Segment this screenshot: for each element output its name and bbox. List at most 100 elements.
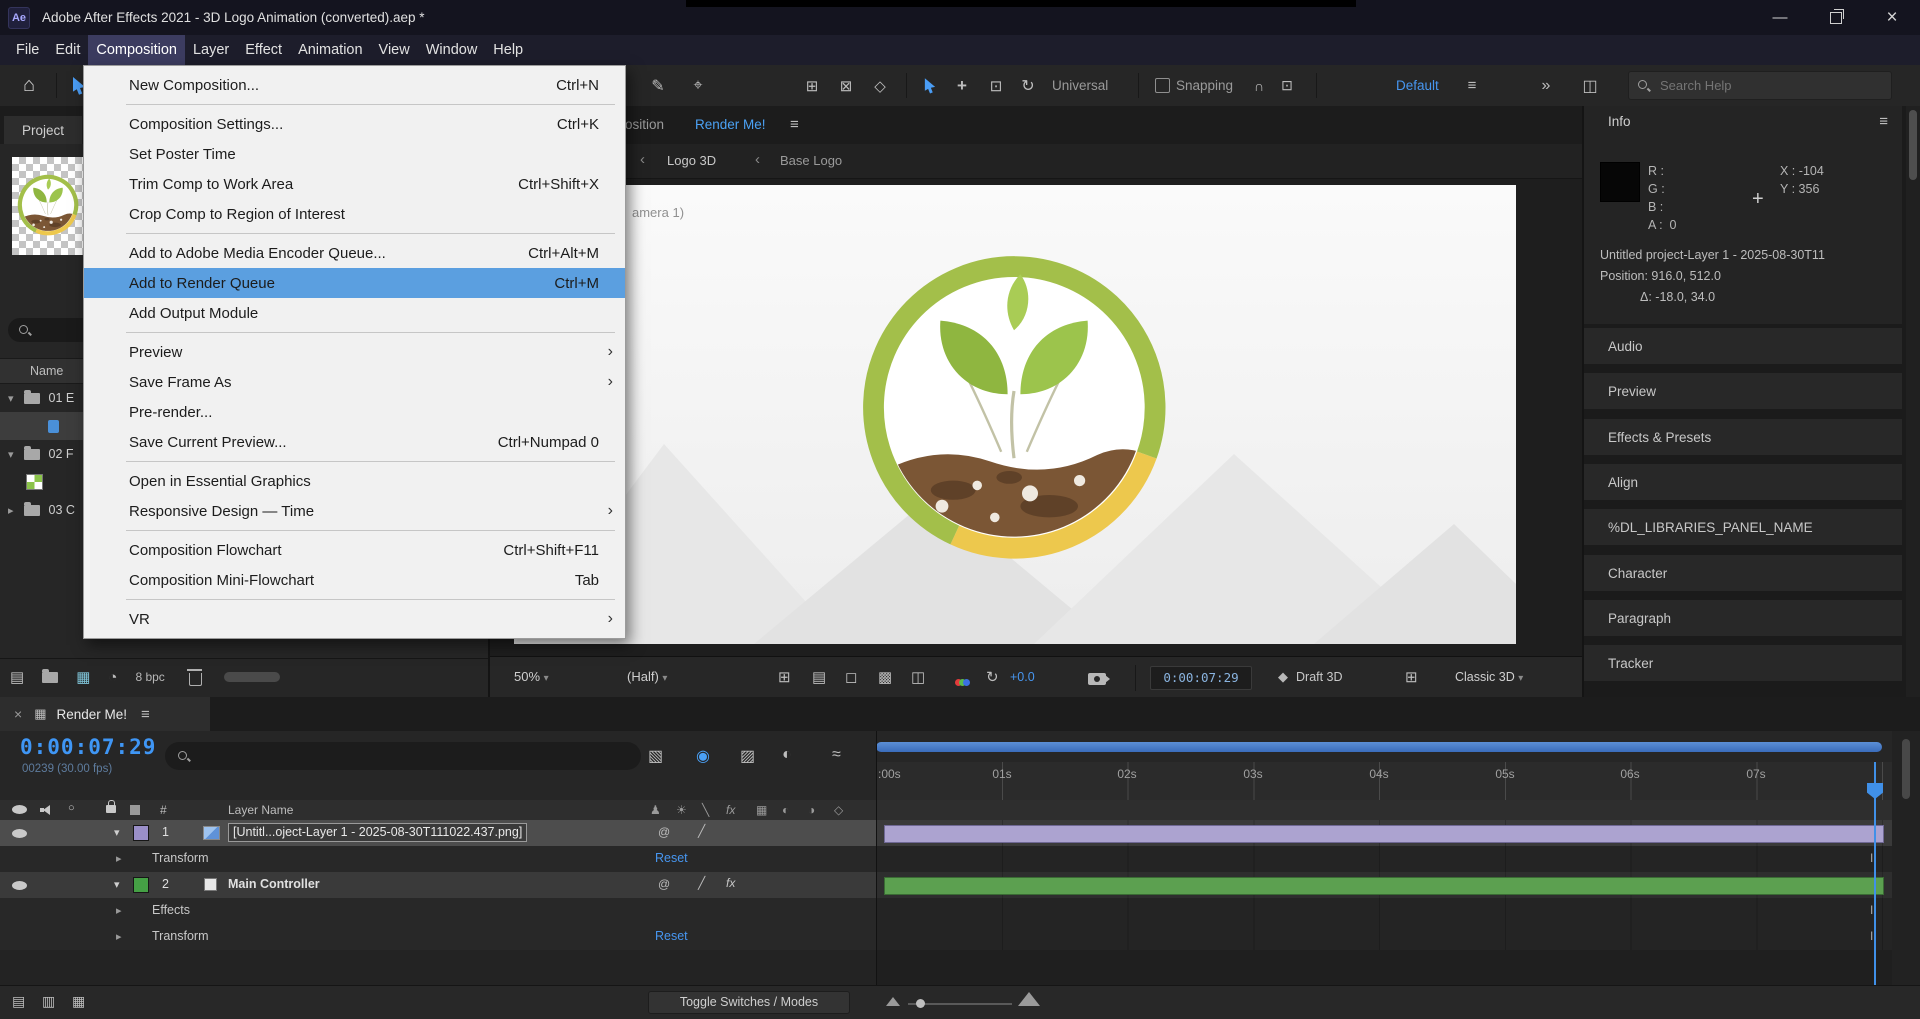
local-axis-mode-icon[interactable]: ⊞ xyxy=(798,65,826,106)
expand-arrow-icon[interactable]: ▾ xyxy=(114,826,120,839)
comp-flowchart-icon[interactable]: ⊞ xyxy=(1405,668,1418,686)
workspace-bar-icon[interactable]: ◫ xyxy=(1578,65,1602,106)
transparency-grid-icon[interactable]: ▩ xyxy=(878,668,892,686)
menu-item-new-composition[interactable]: New Composition...Ctrl+N xyxy=(84,70,625,100)
timeline-search-box[interactable] xyxy=(165,742,641,770)
close-tab-icon[interactable]: × xyxy=(14,706,22,722)
resolution-dropdown[interactable]: (Half) ▾ xyxy=(627,669,667,684)
menu-item-save-current-preview[interactable]: Save Current Preview...Ctrl+Numpad 0 xyxy=(84,427,625,457)
menu-item-add-to-render-queue[interactable]: Add to Render QueueCtrl+M xyxy=(84,268,625,298)
prop-row-effects-2[interactable]: ▸ Effects xyxy=(0,898,876,924)
panel-header-character[interactable]: Character xyxy=(1584,555,1902,591)
layer-color-chip[interactable] xyxy=(133,877,149,893)
puppet-pin-tool-icon[interactable]: ⌖ xyxy=(685,65,711,106)
pickwhip-icon[interactable]: @ xyxy=(658,825,670,839)
panel-header-libraries[interactable]: %DL_LIBRARIES_PANEL_NAME xyxy=(1584,509,1902,545)
layer-bar-2[interactable] xyxy=(884,877,1884,895)
crumb-back-icon[interactable]: ‹ xyxy=(640,151,645,168)
menu-item-trim-comp[interactable]: Trim Comp to Work AreaCtrl+Shift+X xyxy=(84,169,625,199)
menu-file[interactable]: File xyxy=(8,35,47,65)
expand-layer-switches-icon[interactable]: ▤ xyxy=(12,993,25,1010)
search-help-input[interactable] xyxy=(1658,77,1882,94)
collapse-switch-icon[interactable]: ☀ xyxy=(676,803,687,817)
expand-arrow-icon[interactable]: ▸ xyxy=(116,852,122,865)
view-axis-mode-icon[interactable]: ◇ xyxy=(866,65,894,106)
graph-editor-icon[interactable]: ≈ xyxy=(832,746,841,764)
prop-track[interactable]: I xyxy=(876,898,1920,924)
close-button[interactable]: × xyxy=(1864,0,1920,35)
menu-item-preview[interactable]: Preview› xyxy=(84,337,625,367)
gizmo-space-label[interactable]: Universal xyxy=(1052,65,1108,106)
menu-item-add-to-ame-queue[interactable]: Add to Adobe Media Encoder Queue...Ctrl+… xyxy=(84,238,625,268)
restore-button[interactable] xyxy=(1808,0,1864,35)
motion-blur-switch-icon[interactable]: ◐ xyxy=(782,803,789,817)
comp-timecode[interactable]: 0:00:07:29 xyxy=(1150,666,1252,690)
menu-view[interactable]: View xyxy=(371,35,418,65)
menu-window[interactable]: Window xyxy=(418,35,486,65)
layer-name[interactable]: [Untitl...oject-Layer 1 - 2025-08-30T111… xyxy=(228,823,527,842)
timeline-search-input[interactable] xyxy=(198,748,582,764)
menu-item-crop-comp[interactable]: Crop Comp to Region of Interest xyxy=(84,199,625,229)
gizmo-rotate-icon[interactable]: ↻ xyxy=(1016,65,1040,106)
menu-item-open-essential-graphics[interactable]: Open in Essential Graphics xyxy=(84,466,625,496)
layer-track-1[interactable] xyxy=(876,820,1920,846)
expand-arrow-icon[interactable]: ▸ xyxy=(116,904,122,917)
draft-3d-icon[interactable]: ▨ xyxy=(740,746,755,766)
pickwhip-icon[interactable]: @ xyxy=(658,877,670,891)
panel-header-effects-presets[interactable]: Effects & Presets xyxy=(1584,419,1902,455)
workspace-menu-icon[interactable]: ≡ xyxy=(1462,65,1482,106)
menu-item-pre-render[interactable]: Pre-render... xyxy=(84,397,625,427)
trash-icon[interactable] xyxy=(189,673,202,686)
snap-option-icon[interactable]: ∩ xyxy=(1248,65,1270,106)
keyframe-navigator-icon[interactable]: I xyxy=(1870,903,1873,917)
menu-item-set-poster-time[interactable]: Set Poster Time xyxy=(84,139,625,169)
mask-visibility-icon[interactable]: ▤ xyxy=(812,668,826,686)
menu-composition[interactable]: Composition xyxy=(88,35,185,65)
exposure-value[interactable]: +0.0 xyxy=(1010,670,1035,684)
eye-icon[interactable] xyxy=(12,881,27,890)
gizmo-select-icon[interactable] xyxy=(918,65,942,106)
panel-header-audio[interactable]: Audio xyxy=(1584,328,1902,364)
menu-help[interactable]: Help xyxy=(485,35,531,65)
tab-render-me[interactable]: Render Me! xyxy=(695,117,766,132)
interpret-footage-icon[interactable]: ▤ xyxy=(10,668,24,686)
tab-project[interactable]: Project xyxy=(4,116,82,144)
parent-none[interactable]: ╱ xyxy=(698,824,705,838)
layer-row-2[interactable]: ▾ 2 Main Controller @ ╱ fx xyxy=(0,872,876,898)
comp-viewport[interactable]: amera 1) xyxy=(490,179,1582,656)
panel-header-paragraph[interactable]: Paragraph xyxy=(1584,600,1902,636)
brush-tool-icon[interactable]: ✎ xyxy=(645,65,671,106)
menu-item-composition-mini-flowchart[interactable]: Composition Mini-FlowchartTab xyxy=(84,565,625,595)
tab-timeline-render-me[interactable]: × ▦ Render Me! ≡ xyxy=(0,697,210,731)
zoom-out-mountain-icon[interactable] xyxy=(886,997,900,1006)
horizontal-scrollbar[interactable] xyxy=(224,672,280,682)
eye-icon[interactable] xyxy=(12,829,27,838)
home-icon[interactable]: ⌂ xyxy=(14,65,44,106)
right-scrollbar[interactable] xyxy=(1906,106,1920,697)
fx-switch-icon[interactable]: fx xyxy=(726,803,735,817)
crumb-logo3d[interactable]: Logo 3D xyxy=(667,153,716,168)
zoom-in-mountain-icon[interactable] xyxy=(1018,992,1040,1006)
minimize-button[interactable]: — xyxy=(1752,0,1808,35)
new-composition-icon[interactable]: ▦ xyxy=(76,668,90,686)
timeline-scrollbar[interactable] xyxy=(1892,731,1920,985)
fast-preview-label[interactable]: Draft 3D xyxy=(1296,670,1343,684)
reset-exposure-icon[interactable]: ↻ xyxy=(986,668,999,686)
shy-switch-icon[interactable]: ♟ xyxy=(650,803,661,817)
world-axis-mode-icon[interactable]: ⊠ xyxy=(832,65,860,106)
panel-header-preview[interactable]: Preview xyxy=(1584,373,1902,409)
layer-bar-1[interactable] xyxy=(884,825,1884,843)
threed-switch-icon[interactable]: ◇ xyxy=(834,803,843,817)
parent-none[interactable]: ╱ xyxy=(698,876,705,890)
pixel-aspect-icon[interactable]: ◫ xyxy=(911,668,925,686)
prop-row-transform-2[interactable]: ▸ Transform Reset xyxy=(0,924,876,950)
gizmo-scale-icon[interactable]: ⊡ xyxy=(984,65,1008,106)
channels-icon[interactable] xyxy=(955,673,970,691)
fast-preview-icon[interactable]: ◆ xyxy=(1278,669,1288,685)
reset-link[interactable]: Reset xyxy=(655,851,688,865)
composition-frame[interactable]: amera 1) xyxy=(514,185,1516,644)
menu-item-vr[interactable]: VR› xyxy=(84,604,625,634)
expand-transfer-controls-icon[interactable]: ▥ xyxy=(42,993,55,1010)
expand-inout-icon[interactable]: ▦ xyxy=(72,993,85,1010)
layer-color-chip[interactable] xyxy=(133,825,149,841)
